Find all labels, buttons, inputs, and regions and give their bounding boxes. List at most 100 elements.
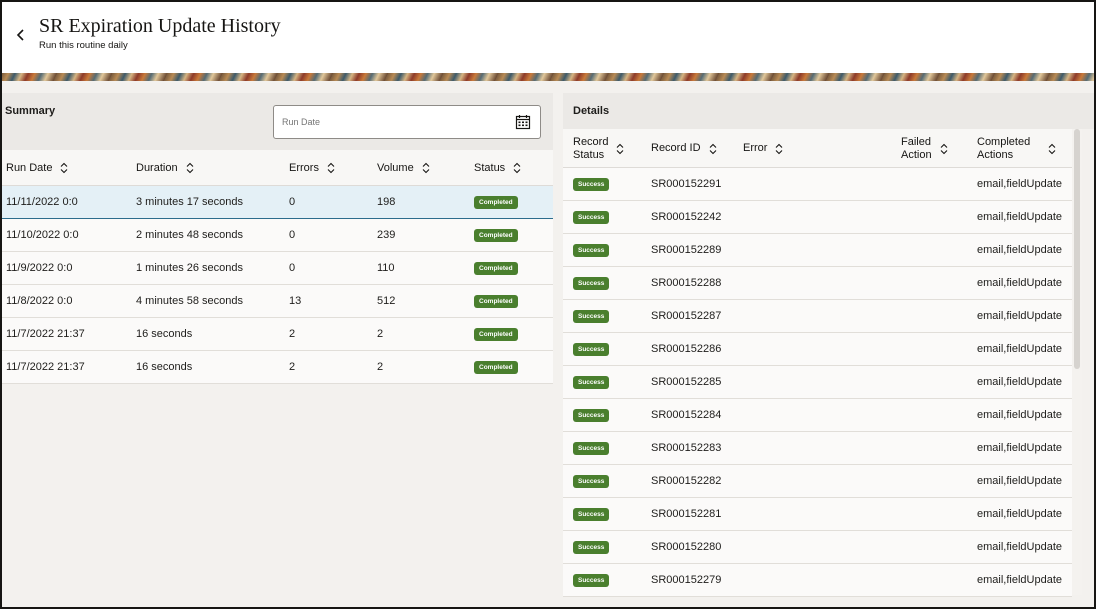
scrollbar-thumb[interactable] bbox=[1074, 129, 1080, 369]
completed-actions-cell: email,fieldUpdate bbox=[977, 442, 1062, 454]
sort-icon bbox=[61, 162, 68, 174]
status-badge: Completed bbox=[474, 360, 518, 374]
duration-cell: 3 minutes 17 seconds bbox=[136, 196, 244, 208]
details-label: Details bbox=[573, 105, 610, 117]
column-header-line: Record bbox=[573, 135, 609, 148]
record-status-cell: Success bbox=[573, 201, 610, 233]
table-row[interactable]: Success SR000152285 email,fieldUpdate bbox=[563, 366, 1072, 399]
completed-actions-cell: email,fieldUpdate bbox=[977, 508, 1062, 520]
column-header-status[interactable]: Status bbox=[474, 150, 521, 186]
column-header-label: Record ID bbox=[651, 142, 701, 154]
status-badge: Success bbox=[573, 342, 610, 356]
table-row[interactable]: Success SR000152280 email,fieldUpdate bbox=[563, 531, 1072, 564]
record-status-cell: Success bbox=[573, 399, 610, 431]
volume-cell: 2 bbox=[377, 328, 384, 340]
status-cell: Completed bbox=[474, 318, 518, 350]
column-header-errors[interactable]: Errors bbox=[289, 150, 335, 186]
table-row[interactable]: Success SR000152289 email,fieldUpdate bbox=[563, 234, 1072, 267]
column-header-label: Failed Action bbox=[901, 136, 932, 162]
table-row[interactable]: Success SR000152284 email,fieldUpdate bbox=[563, 399, 1072, 432]
column-header-record-id[interactable]: Record ID bbox=[651, 129, 717, 168]
errors-cell: 0 bbox=[289, 229, 296, 241]
completed-actions-cell: email,fieldUpdate bbox=[977, 244, 1062, 256]
status-badge: Completed bbox=[474, 228, 518, 242]
record-status-cell: Success bbox=[573, 432, 610, 464]
record-status-cell: Success bbox=[573, 564, 610, 596]
table-row[interactable]: Success SR000152282 email,fieldUpdate bbox=[563, 465, 1072, 498]
table-row[interactable]: 11/7/2022 21:37 16 seconds 2 2 Completed bbox=[2, 351, 553, 384]
status-badge: Success bbox=[573, 474, 610, 488]
completed-actions-cell: email,fieldUpdate bbox=[977, 343, 1062, 355]
run-date-cell: 11/10/2022 0:0 bbox=[6, 229, 79, 241]
table-row[interactable]: 11/8/2022 0:0 4 minutes 58 seconds 13 51… bbox=[2, 285, 553, 318]
volume-cell: 2 bbox=[377, 361, 384, 373]
column-header-record-status[interactable]: Record Status bbox=[573, 129, 624, 168]
chevron-left-icon bbox=[16, 29, 24, 41]
details-scrollbar[interactable] bbox=[1072, 129, 1082, 595]
status-badge: Success bbox=[573, 441, 610, 455]
sort-icon bbox=[327, 162, 335, 174]
table-row[interactable]: 11/11/2022 0:0 3 minutes 17 seconds 0 19… bbox=[2, 186, 553, 219]
table-row[interactable]: Success SR000152279 email,fieldUpdate bbox=[563, 564, 1072, 597]
completed-actions-cell: email,fieldUpdate bbox=[977, 574, 1062, 586]
sort-icon bbox=[709, 143, 716, 154]
status-badge: Success bbox=[573, 177, 610, 191]
sort-icon bbox=[186, 162, 193, 174]
column-header-duration[interactable]: Duration bbox=[136, 150, 194, 186]
status-badge: Completed bbox=[474, 327, 518, 341]
table-row[interactable]: 11/9/2022 0:0 1 minutes 26 seconds 0 110… bbox=[2, 252, 553, 285]
run-date-field[interactable] bbox=[273, 105, 541, 139]
record-id-cell: SR000152283 bbox=[651, 442, 722, 454]
sort-icon bbox=[940, 143, 947, 154]
run-date-input[interactable] bbox=[282, 106, 507, 138]
record-status-cell: Success bbox=[573, 498, 610, 530]
status-cell: Completed bbox=[474, 252, 518, 284]
column-header-failed-action[interactable]: Failed Action bbox=[901, 129, 948, 168]
status-badge: Success bbox=[573, 573, 610, 587]
table-row[interactable]: Success SR000152283 email,fieldUpdate bbox=[563, 432, 1072, 465]
table-row[interactable]: Success SR000152291 email,fieldUpdate bbox=[563, 168, 1072, 201]
details-table-header: Record Status Record ID Error Failed Actio… bbox=[563, 129, 1072, 168]
duration-cell: 16 seconds bbox=[136, 328, 193, 340]
table-row[interactable]: Success SR000152281 email,fieldUpdate bbox=[563, 498, 1072, 531]
table-row[interactable]: 11/10/2022 0:0 2 minutes 48 seconds 0 23… bbox=[2, 219, 553, 252]
table-row[interactable]: Success SR000152287 email,fieldUpdate bbox=[563, 300, 1072, 333]
table-row[interactable]: 11/7/2022 21:37 16 seconds 2 2 Completed bbox=[2, 318, 553, 351]
record-id-cell: SR000152288 bbox=[651, 277, 722, 289]
record-id-cell: SR000152284 bbox=[651, 409, 722, 421]
status-badge: Success bbox=[573, 540, 610, 554]
completed-actions-cell: email,fieldUpdate bbox=[977, 310, 1062, 322]
record-id-cell: SR000152279 bbox=[651, 574, 722, 586]
column-header-label: Volume bbox=[377, 162, 414, 174]
completed-actions-cell: email,fieldUpdate bbox=[977, 277, 1062, 289]
column-header-run-date[interactable]: Run Date bbox=[6, 150, 68, 186]
column-header-completed-actions[interactable]: Completed Actions bbox=[977, 129, 1056, 168]
column-header-error[interactable]: Error bbox=[743, 129, 783, 168]
table-row[interactable]: Success SR000152286 email,fieldUpdate bbox=[563, 333, 1072, 366]
column-header-label: Completed Actions bbox=[977, 136, 1030, 162]
table-row[interactable]: Success SR000152242 email,fieldUpdate bbox=[563, 201, 1072, 234]
status-badge: Success bbox=[573, 408, 610, 422]
run-date-cell: 11/8/2022 0:0 bbox=[6, 295, 73, 307]
errors-cell: 0 bbox=[289, 196, 296, 208]
sort-icon bbox=[513, 162, 521, 174]
summary-header: Summary bbox=[2, 93, 553, 150]
record-status-cell: Success bbox=[573, 267, 610, 299]
back-button[interactable] bbox=[10, 24, 32, 46]
calendar-icon[interactable] bbox=[515, 114, 531, 130]
completed-actions-cell: email,fieldUpdate bbox=[977, 541, 1062, 553]
completed-actions-cell: email,fieldUpdate bbox=[977, 475, 1062, 487]
record-id-cell: SR000152281 bbox=[651, 508, 722, 520]
record-id-cell: SR000152280 bbox=[651, 541, 722, 553]
run-date-cell: 11/7/2022 21:37 bbox=[6, 361, 85, 373]
status-cell: Completed bbox=[474, 219, 518, 251]
duration-cell: 1 minutes 26 seconds bbox=[136, 262, 244, 274]
column-header-volume[interactable]: Volume bbox=[377, 150, 430, 186]
run-date-cell: 11/11/2022 0:0 bbox=[6, 196, 78, 208]
table-row[interactable]: Success SR000152288 email,fieldUpdate bbox=[563, 267, 1072, 300]
duration-cell: 2 minutes 48 seconds bbox=[136, 229, 244, 241]
record-id-cell: SR000152242 bbox=[651, 211, 722, 223]
details-panel: Details Record Status Record ID Error Fai… bbox=[563, 93, 1094, 597]
status-cell: Completed bbox=[474, 186, 518, 218]
summary-panel: Summary Run Date Run Date Duration Error… bbox=[2, 93, 553, 384]
